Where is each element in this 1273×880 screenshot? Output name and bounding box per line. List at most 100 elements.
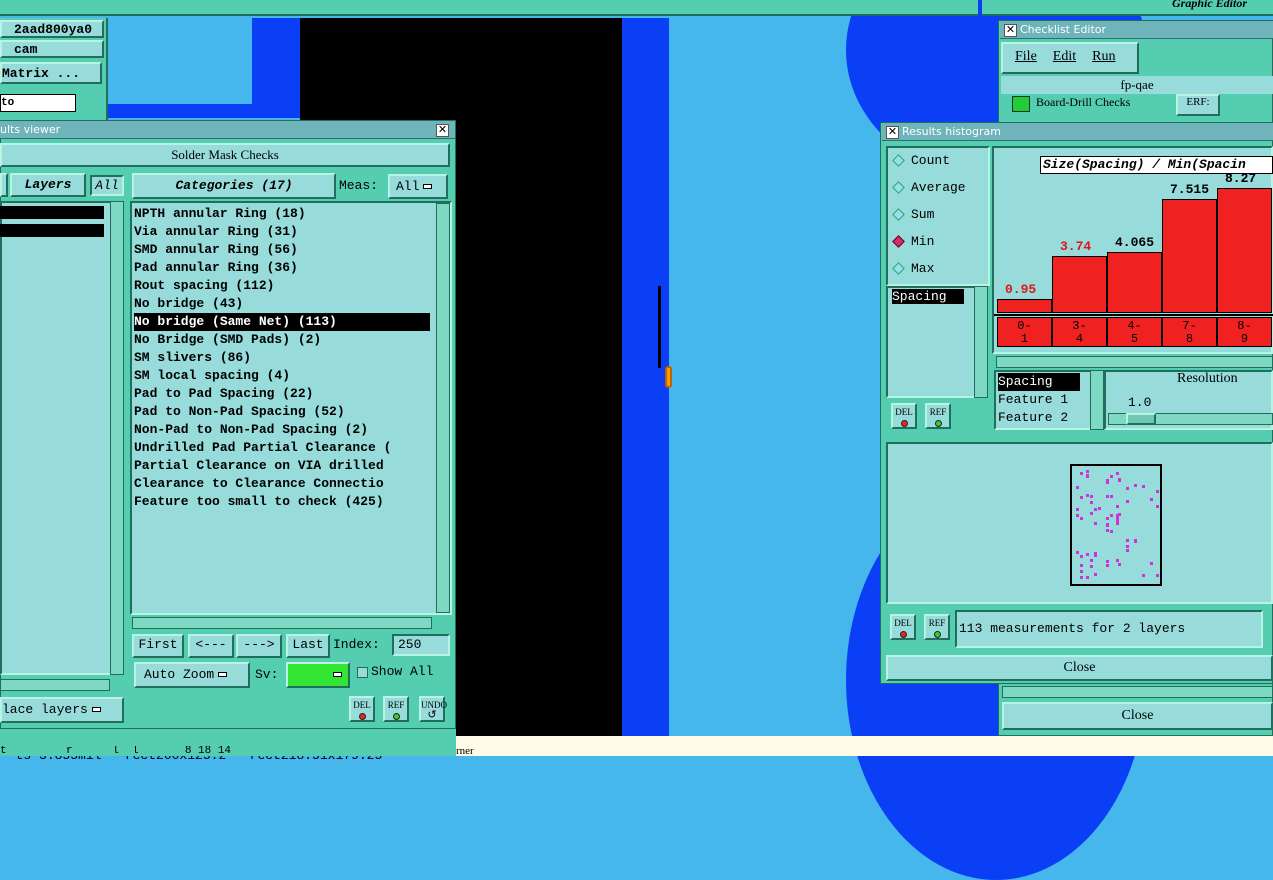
- hist-right-list[interactable]: Spacing Feature 1 Feature 2: [998, 373, 1080, 427]
- matrix-button[interactable]: Matrix ...: [0, 62, 102, 84]
- categories-vscroll[interactable]: [436, 203, 450, 613]
- menu-file[interactable]: File: [1015, 49, 1037, 64]
- checklist-row[interactable]: Board-Drill Checks: [1004, 95, 1273, 115]
- mode-count-radio[interactable]: Count: [892, 152, 966, 179]
- category-item[interactable]: Clearance to Clearance Connectio: [134, 475, 430, 493]
- next-button[interactable]: --->: [236, 634, 282, 658]
- mode-label: Sum: [911, 207, 935, 222]
- all-layers-tab[interactable]: All: [90, 175, 124, 196]
- histogram-bar[interactable]: [1217, 188, 1272, 313]
- layers-arrow-button[interactable]: [0, 173, 8, 197]
- histogram-category-label: 8- 9: [1217, 317, 1272, 347]
- menu-edit[interactable]: Edit: [1053, 49, 1076, 64]
- histogram-bar[interactable]: [1052, 256, 1107, 313]
- preview-dot: [1142, 485, 1145, 488]
- preview-board[interactable]: [1070, 464, 1162, 586]
- mode-max-radio[interactable]: Max: [892, 260, 966, 287]
- histogram-bar[interactable]: [1162, 199, 1217, 313]
- resolution-slider-thumb[interactable]: [1126, 413, 1156, 425]
- category-item[interactable]: NPTH annular Ring (18): [134, 205, 430, 223]
- place-layers-dropdown[interactable]: lace layers: [0, 697, 124, 723]
- category-item[interactable]: No bridge (Same Net) (113): [134, 313, 430, 331]
- menu-run[interactable]: Run: [1092, 49, 1115, 64]
- place-layers-label: lace layers: [2, 702, 88, 717]
- show-all-label: Show All: [371, 664, 434, 679]
- category-item[interactable]: No bridge (43): [134, 295, 430, 313]
- hist-left-vscroll[interactable]: [974, 286, 988, 398]
- histogram-close-icon[interactable]: ✕: [886, 126, 899, 139]
- hist-del-button-top[interactable]: DEL: [891, 403, 917, 429]
- category-item[interactable]: Partial Clearance on VIA drilled: [134, 457, 430, 475]
- sv-label: Sv:: [255, 667, 279, 682]
- hist-right-list-item[interactable]: Feature 2: [998, 409, 1080, 427]
- undo-button[interactable]: UNDO ↺: [419, 696, 447, 722]
- graphic-editor-label: Graphic Editor: [1172, 0, 1248, 10]
- last-button[interactable]: Last: [286, 634, 330, 658]
- hist-ref-button-top[interactable]: REF: [925, 403, 951, 429]
- index-input[interactable]: 250: [392, 634, 450, 656]
- categories-tab[interactable]: Categories (17): [132, 173, 336, 199]
- layers-hscroll[interactable]: [0, 679, 110, 691]
- category-item[interactable]: Pad to Pad Spacing (22): [134, 385, 430, 403]
- category-item[interactable]: Via annular Ring (31): [134, 223, 430, 241]
- categories-list[interactable]: NPTH annular Ring (18) Via annular Ring (…: [134, 205, 430, 511]
- mode-average-radio[interactable]: Average: [892, 179, 966, 206]
- hist-ref-button-bottom[interactable]: REF: [924, 614, 950, 640]
- solder-mask-header: Solder Mask Checks: [0, 143, 450, 167]
- category-item[interactable]: No Bridge (SMD Pads) (2): [134, 331, 430, 349]
- category-item[interactable]: Pad annular Ring (36): [134, 259, 430, 277]
- category-item[interactable]: SM slivers (86): [134, 349, 430, 367]
- hist-right-list-item[interactable]: Feature 1: [998, 391, 1080, 409]
- step-input[interactable]: to: [0, 94, 76, 112]
- preview-dot: [1090, 565, 1093, 568]
- del-button[interactable]: DEL: [349, 696, 375, 722]
- category-item[interactable]: SMD annular Ring (56): [134, 241, 430, 259]
- histogram-bar[interactable]: [1107, 252, 1162, 313]
- checklist-editor-close-icon[interactable]: ✕: [1004, 24, 1017, 37]
- sv-color-dropdown[interactable]: [286, 662, 350, 688]
- checklist-hscroll[interactable]: [1002, 686, 1273, 698]
- preview-dot: [1094, 522, 1097, 525]
- job-name-field[interactable]: 2aad800ya0: [0, 20, 104, 38]
- categories-hscroll[interactable]: [132, 617, 432, 629]
- layers-list[interactable]: [0, 201, 112, 675]
- hist-right-vscroll[interactable]: [1090, 370, 1104, 430]
- auto-zoom-dropdown[interactable]: Auto Zoom: [134, 662, 250, 688]
- mode-label: Average: [911, 180, 966, 195]
- layer-row-selected-2[interactable]: [0, 224, 104, 237]
- status-bar: ts 3.855mil rect200x125.2 rect218.51x179…: [0, 728, 456, 763]
- hist-right-list-item[interactable]: Spacing: [998, 373, 1080, 391]
- hist-del-button-bottom[interactable]: DEL: [890, 614, 916, 640]
- preview-dot: [1118, 479, 1121, 482]
- histogram-bar[interactable]: [997, 299, 1052, 313]
- ref-button[interactable]: REF: [383, 696, 409, 722]
- preview-dot: [1150, 498, 1153, 501]
- category-item[interactable]: Pad to Non-Pad Spacing (52): [134, 403, 430, 421]
- layer-row-selected-1[interactable]: [0, 206, 104, 219]
- dropdown-arrow-icon: [91, 707, 101, 713]
- category-item[interactable]: Non-Pad to Non-Pad Spacing (2): [134, 421, 430, 439]
- show-all-checkbox[interactable]: [357, 667, 368, 678]
- cam-field[interactable]: cam: [0, 40, 104, 58]
- category-item[interactable]: Feature too small to check (425): [134, 493, 430, 511]
- meas-dropdown[interactable]: All: [388, 174, 448, 199]
- chart-hscroll[interactable]: [996, 356, 1273, 368]
- category-item[interactable]: Rout spacing (112): [134, 277, 430, 295]
- mode-sum-radio[interactable]: Sum: [892, 206, 966, 233]
- category-item[interactable]: Undrilled Pad Partial Clearance (: [134, 439, 430, 457]
- layers-vscroll[interactable]: [110, 201, 124, 675]
- canvas-orange-marker[interactable]: [665, 366, 672, 388]
- hist-close-button[interactable]: Close: [886, 655, 1273, 681]
- category-item[interactable]: SM local spacing (4): [134, 367, 430, 385]
- prev-button[interactable]: <---: [188, 634, 234, 658]
- results-viewer-close-icon[interactable]: ✕: [436, 124, 449, 137]
- checklist-close-button[interactable]: Close: [1002, 702, 1273, 730]
- preview-dot: [1094, 552, 1097, 555]
- first-button[interactable]: First: [132, 634, 184, 658]
- preview-dot: [1076, 486, 1079, 489]
- preview-dot: [1098, 507, 1101, 510]
- hist-left-list-item[interactable]: Spacing: [892, 289, 964, 304]
- checklist-row-tag[interactable]: ERF:: [1176, 94, 1220, 116]
- mode-min-radio[interactable]: Min: [892, 233, 966, 260]
- layers-tab[interactable]: Layers: [10, 173, 86, 197]
